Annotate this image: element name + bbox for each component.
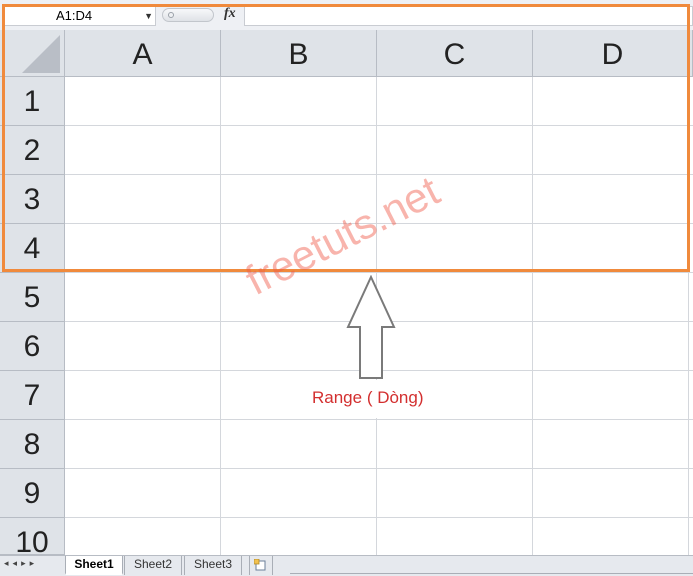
sheet-tab-bar: ◂◂▸▸ Sheet1 Sheet2 Sheet3 (0, 555, 693, 576)
first-sheet-icon[interactable]: ◂ (4, 558, 13, 568)
sheet-nav-buttons[interactable]: ◂◂▸▸ (4, 558, 38, 569)
range-annotation-label: Range ( Dòng) (312, 388, 424, 407)
row-header-10[interactable]: 10 (0, 518, 65, 559)
tab-sheet1[interactable]: Sheet1 (65, 556, 123, 575)
last-sheet-icon[interactable]: ▸ (30, 558, 39, 568)
tab-bar-divider (290, 573, 693, 574)
row-header-8[interactable]: 8 (0, 420, 65, 469)
up-arrow-icon (346, 275, 396, 379)
prev-sheet-icon[interactable]: ◂ (13, 558, 22, 568)
row-header-5[interactable]: 5 (0, 273, 65, 322)
row-header-7[interactable]: 7 (0, 371, 65, 420)
tab-sheet2[interactable]: Sheet2 (124, 556, 182, 575)
tab-sheet3[interactable]: Sheet3 (184, 556, 242, 575)
next-sheet-icon[interactable]: ▸ (21, 558, 30, 568)
row-header-9[interactable]: 9 (0, 469, 65, 518)
row-header-6[interactable]: 6 (0, 322, 65, 371)
insert-sheet-icon[interactable] (249, 556, 273, 575)
